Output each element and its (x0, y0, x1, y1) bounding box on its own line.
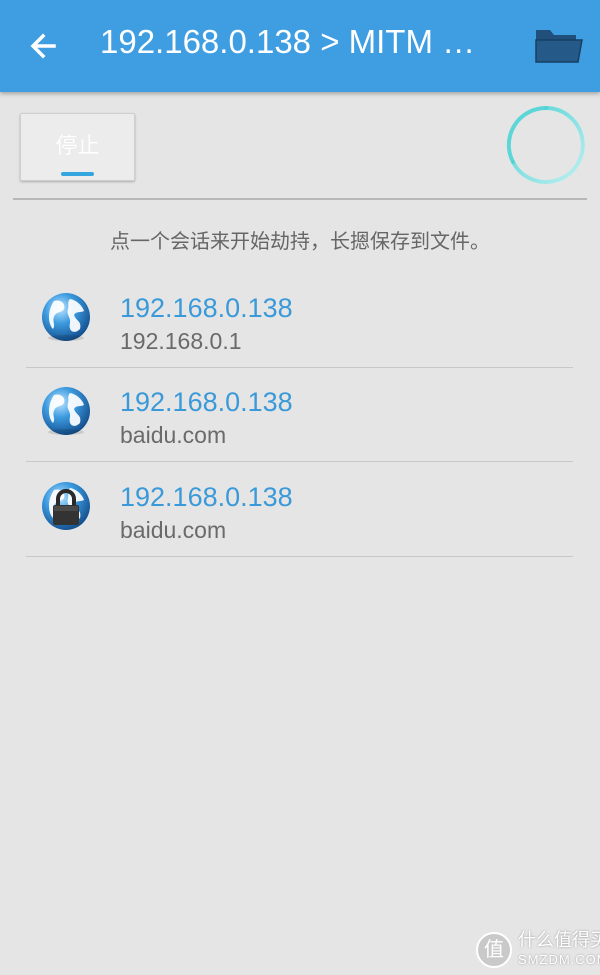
session-client-ip: 192.168.0.138 (120, 387, 293, 417)
stop-button-indicator (61, 172, 94, 176)
open-folder-button[interactable] (532, 24, 586, 66)
globe-lock-icon (42, 482, 90, 530)
stop-button-label: 停止 (55, 133, 100, 158)
smzdm-watermark: 值 什么值得买 SMZDM.COM (476, 930, 600, 970)
arrow-left-icon (30, 33, 56, 59)
session-client-ip: 192.168.0.138 (120, 482, 293, 512)
watermark-logo: 值 (476, 932, 512, 968)
loading-spinner-icon (506, 105, 585, 184)
globe-icon (42, 387, 90, 435)
page-title: 192.168.0.138 > MITM … (100, 23, 476, 60)
watermark-text-en: SMZDM.COM (518, 952, 600, 967)
session-host: baidu.com (120, 517, 227, 543)
app-bar: 192.168.0.138 > MITM … (0, 0, 600, 92)
session-item[interactable]: 192.168.0.138 192.168.0.1 (26, 273, 573, 368)
session-item[interactable]: 192.168.0.138 baidu.com (26, 367, 573, 462)
folder-open-icon (535, 30, 583, 63)
back-button[interactable] (24, 26, 68, 66)
session-item[interactable]: 192.168.0.138 baidu.com (26, 462, 573, 557)
session-host: 192.168.0.1 (120, 328, 242, 354)
header-divider (13, 198, 587, 200)
session-hint-text: 点一个会话来开始劫持，长摁保存到文件。 (110, 231, 490, 253)
watermark-text-cn: 什么值得买 (518, 930, 600, 950)
session-host: baidu.com (120, 422, 227, 448)
session-client-ip: 192.168.0.138 (120, 293, 293, 323)
globe-icon (42, 293, 90, 341)
stop-button[interactable]: 停止 (20, 113, 135, 181)
